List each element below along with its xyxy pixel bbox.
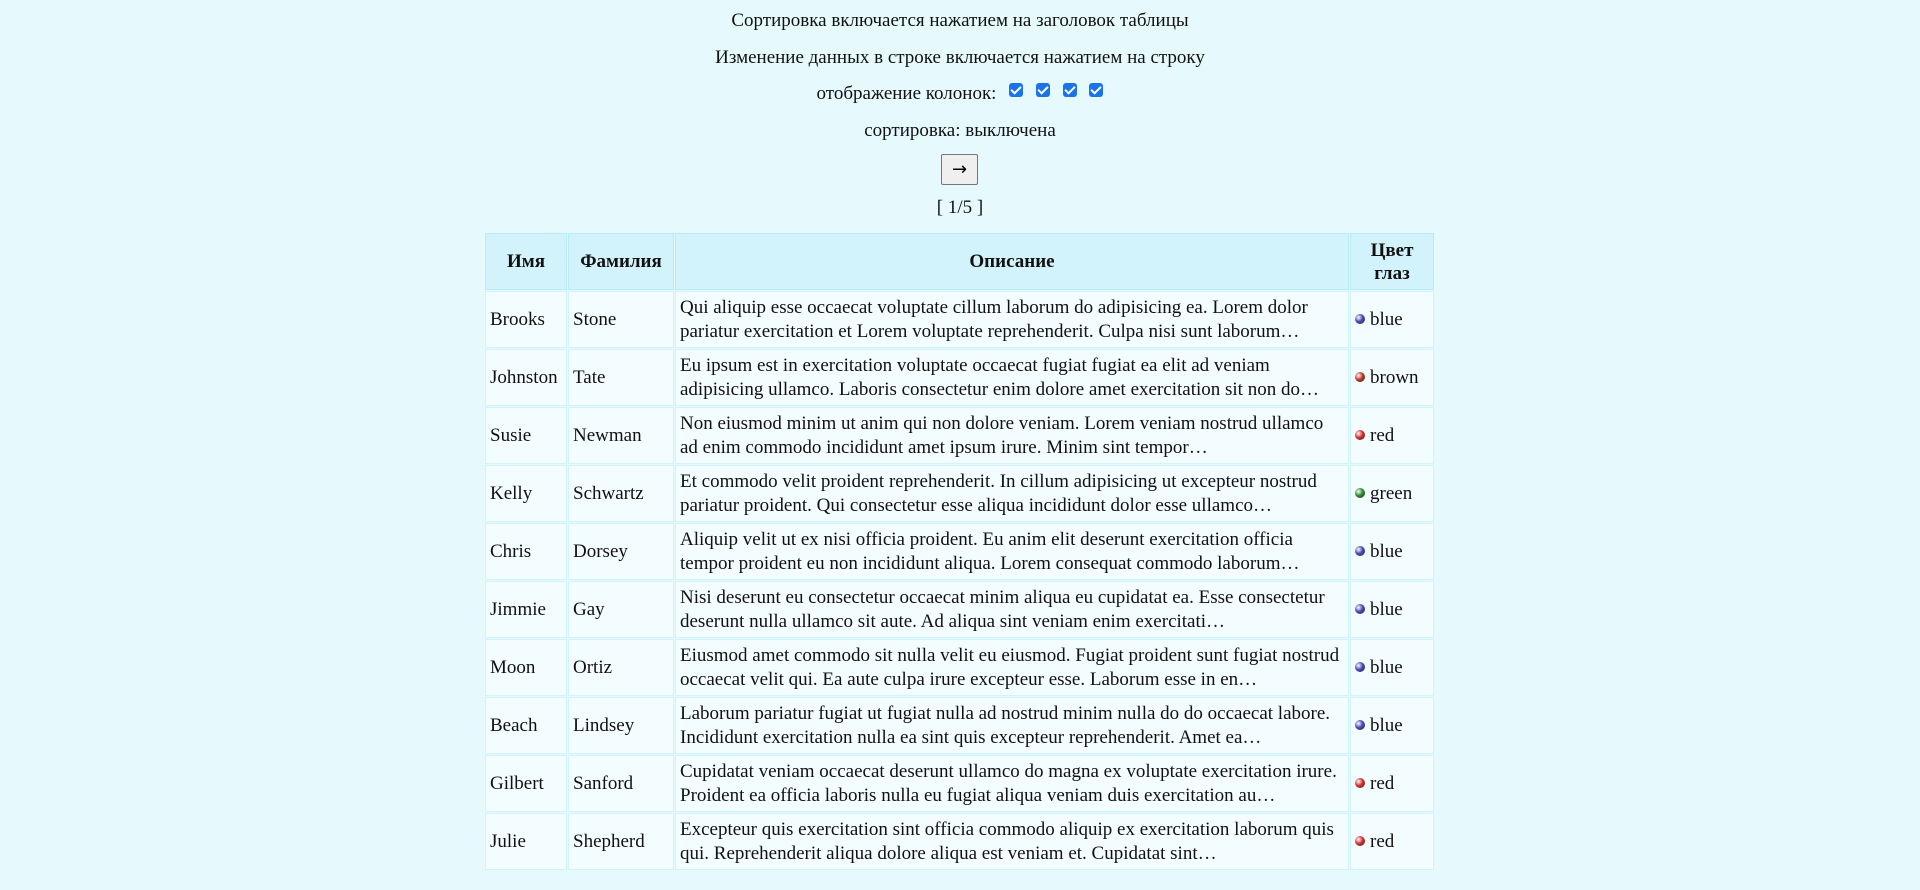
column-toggle-eye-color[interactable] xyxy=(1089,83,1104,97)
cell-eye-color: blue xyxy=(1350,581,1434,638)
column-toggle-last-name[interactable] xyxy=(1035,83,1050,97)
description-text: Aliquip velit ut ex nisi officia proiden… xyxy=(680,528,1300,574)
cell-eye-color: blue xyxy=(1350,291,1434,348)
eye-color-dot-icon xyxy=(1355,835,1365,846)
table-row[interactable]: Julie Shepherd Excepteur quis exercitation… xyxy=(485,813,1434,870)
sort-hint: Сортировка включается нажатием на заголо… xyxy=(731,10,1189,31)
cell-first-name: Gilbert xyxy=(485,755,567,812)
description-text: Excepteur quis exercitation sint officia… xyxy=(680,818,1334,864)
cell-eye-color: blue xyxy=(1350,639,1434,696)
cell-description: Laborum pariatur fugiat ut fugiat nulla … xyxy=(675,697,1349,754)
cell-last-name: Ortiz xyxy=(568,639,674,696)
cell-eye-color: blue xyxy=(1350,523,1434,580)
table-row[interactable]: Brooks Stone Qui aliquip esse occaecat vol… xyxy=(485,291,1434,348)
next-page-button[interactable]: → xyxy=(941,154,978,185)
column-toggle-description[interactable] xyxy=(1062,83,1077,97)
description-text: Qui aliquip esse occaecat voluptate cill… xyxy=(680,296,1308,342)
cell-description: Eu ipsum est in exercitation voluptate o… xyxy=(675,349,1349,406)
people-table: Имя Фамилия Описание Цвет глаз Brooks Sto… xyxy=(484,232,1435,871)
eye-color-label: red xyxy=(1370,772,1395,794)
cell-description: Excepteur quis exercitation sint officia… xyxy=(675,813,1349,870)
table-row[interactable]: Beach Lindsey Laborum pariatur fugiat ut f… xyxy=(485,697,1434,754)
eye-color-dot-icon xyxy=(1355,603,1365,614)
cell-last-name: Lindsey xyxy=(568,697,674,754)
eye-color-label: brown xyxy=(1370,366,1419,388)
description-text: Et commodo velit proident reprehenderit.… xyxy=(680,470,1317,516)
description-text: Cupidatat veniam occaecat deserunt ullam… xyxy=(680,760,1337,806)
eye-color-label: blue xyxy=(1370,308,1403,330)
description-text: Nisi deserunt eu consectetur occaecat mi… xyxy=(680,586,1325,632)
eye-color-label: red xyxy=(1370,830,1395,852)
cell-last-name: Shepherd xyxy=(568,813,674,870)
cell-last-name: Sanford xyxy=(568,755,674,812)
header-eye-color[interactable]: Цвет глаз xyxy=(1350,233,1434,290)
cell-first-name: Chris xyxy=(485,523,567,580)
table-row[interactable]: Chris Dorsey Aliquip velit ut ex nisi offi… xyxy=(485,523,1434,580)
page-indicator: [ 1/5 ] xyxy=(936,197,984,218)
column-visibility: отображение колонок: xyxy=(0,83,1920,105)
cell-last-name: Tate xyxy=(568,349,674,406)
cell-description: Nisi deserunt eu consectetur occaecat mi… xyxy=(675,581,1349,638)
description-text: Eiusmod amet commodo sit nulla velit eu … xyxy=(680,644,1340,690)
table-row[interactable]: Kelly Schwartz Et commodo velit proident r… xyxy=(485,465,1434,522)
cell-last-name: Stone xyxy=(568,291,674,348)
cell-description: Cupidatat veniam occaecat deserunt ullam… xyxy=(675,755,1349,812)
sort-status: сортировка: выключена xyxy=(864,120,1056,141)
eye-color-dot-icon xyxy=(1355,661,1365,672)
table-header-row: Имя Фамилия Описание Цвет глаз xyxy=(485,233,1434,290)
cell-eye-color: red xyxy=(1350,813,1434,870)
cell-first-name: Susie xyxy=(485,407,567,464)
description-text: Non eiusmod minim ut anim qui non dolore… xyxy=(680,412,1324,458)
cell-last-name: Dorsey xyxy=(568,523,674,580)
eye-color-dot-icon xyxy=(1355,487,1365,498)
description-text: Laborum pariatur fugiat ut fugiat nulla … xyxy=(680,702,1331,748)
header-description[interactable]: Описание xyxy=(675,233,1349,290)
cell-description: Eiusmod amet commodo sit nulla velit eu … xyxy=(675,639,1349,696)
header-last-name[interactable]: Фамилия xyxy=(568,233,674,290)
eye-color-label: red xyxy=(1370,424,1395,446)
header-first-name[interactable]: Имя xyxy=(485,233,567,290)
column-visibility-label: отображение колонок: xyxy=(816,83,997,104)
cell-first-name: Beach xyxy=(485,697,567,754)
eye-color-dot-icon xyxy=(1355,777,1365,788)
eye-color-label: blue xyxy=(1370,598,1403,620)
cell-first-name: Kelly xyxy=(485,465,567,522)
description-text: Eu ipsum est in exercitation voluptate o… xyxy=(680,354,1319,400)
table-row[interactable]: Moon Ortiz Eiusmod amet commodo sit nulla … xyxy=(485,639,1434,696)
cell-eye-color: blue xyxy=(1350,697,1434,754)
table-row[interactable]: Susie Newman Non eiusmod minim ut anim qui… xyxy=(485,407,1434,464)
cell-eye-color: red xyxy=(1350,407,1434,464)
eye-color-dot-icon xyxy=(1355,545,1365,556)
eye-color-label: blue xyxy=(1370,714,1403,736)
cell-last-name: Newman xyxy=(568,407,674,464)
cell-first-name: Julie xyxy=(485,813,567,870)
cell-first-name: Jimmie xyxy=(485,581,567,638)
edit-hint: Изменение данных в строке включается наж… xyxy=(715,47,1205,68)
cell-first-name: Brooks xyxy=(485,291,567,348)
cell-eye-color: red xyxy=(1350,755,1434,812)
eye-color-dot-icon xyxy=(1355,719,1365,730)
table-row[interactable]: Johnston Tate Eu ipsum est in exercitation… xyxy=(485,349,1434,406)
table-row[interactable]: Gilbert Sanford Cupidatat veniam occaecat … xyxy=(485,755,1434,812)
cell-description: Qui aliquip esse occaecat voluptate cill… xyxy=(675,291,1349,348)
cell-description: Aliquip velit ut ex nisi officia proiden… xyxy=(675,523,1349,580)
eye-color-label: blue xyxy=(1370,540,1403,562)
cell-eye-color: green xyxy=(1350,465,1434,522)
cell-description: Non eiusmod minim ut anim qui non dolore… xyxy=(675,407,1349,464)
cell-first-name: Moon xyxy=(485,639,567,696)
eye-color-label: blue xyxy=(1370,656,1403,678)
eye-color-dot-icon xyxy=(1355,429,1365,440)
cell-last-name: Gay xyxy=(568,581,674,638)
table-row[interactable]: Jimmie Gay Nisi deserunt eu consectetur oc… xyxy=(485,581,1434,638)
column-toggle-first-name[interactable] xyxy=(1009,83,1024,97)
cell-last-name: Schwartz xyxy=(568,465,674,522)
cell-first-name: Johnston xyxy=(485,349,567,406)
cell-eye-color: brown xyxy=(1350,349,1434,406)
cell-description: Et commodo velit proident reprehenderit.… xyxy=(675,465,1349,522)
eye-color-dot-icon xyxy=(1355,371,1365,382)
eye-color-label: green xyxy=(1370,482,1413,504)
eye-color-dot-icon xyxy=(1355,313,1365,324)
